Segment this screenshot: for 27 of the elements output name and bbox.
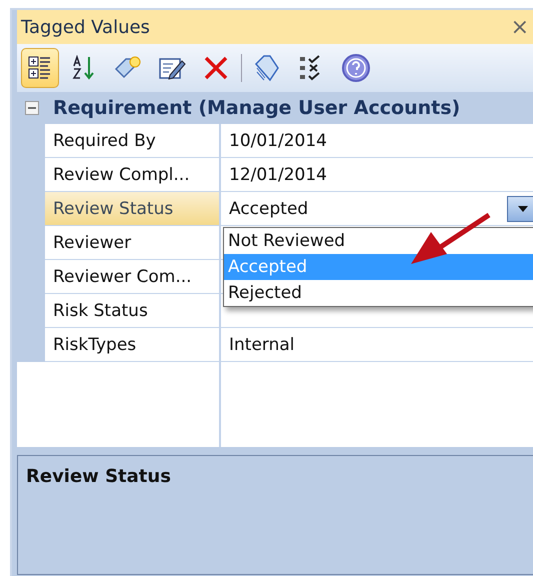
property-value[interactable]: Accepted bbox=[221, 192, 533, 225]
property-name[interactable]: RiskTypes bbox=[45, 328, 221, 361]
property-name[interactable]: Reviewer bbox=[45, 226, 221, 259]
caret-icon bbox=[517, 204, 529, 212]
help-icon bbox=[341, 53, 371, 83]
property-value[interactable]: Internal bbox=[221, 328, 533, 361]
property-value[interactable]: 12/01/2014 bbox=[221, 158, 533, 191]
dropdown-option[interactable]: Rejected bbox=[224, 280, 533, 306]
description-title: Review Status bbox=[26, 466, 171, 487]
dropdown-option[interactable]: Not Reviewed bbox=[224, 228, 533, 254]
dropdown-button[interactable] bbox=[507, 196, 533, 222]
property-name[interactable]: Required By bbox=[45, 124, 221, 157]
categorized-button[interactable] bbox=[21, 48, 59, 88]
property-name[interactable]: Review Compl... bbox=[45, 158, 221, 191]
property-value[interactable]: 10/01/2014 bbox=[221, 124, 533, 157]
window-title: Tagged Values bbox=[21, 16, 150, 38]
close-button[interactable]: × bbox=[506, 14, 533, 40]
collapse-button[interactable] bbox=[25, 101, 39, 115]
property-name[interactable]: Risk Status bbox=[45, 294, 221, 327]
property-name[interactable]: Review Status bbox=[45, 192, 221, 225]
property-name[interactable]: Reviewer Com... bbox=[45, 260, 221, 293]
sort-az-icon bbox=[72, 55, 96, 81]
tags-icon bbox=[254, 54, 280, 82]
delete-icon bbox=[203, 55, 229, 81]
group-title: Requirement (Manage User Accounts) bbox=[53, 97, 460, 119]
new-tag-icon bbox=[114, 55, 142, 81]
categorized-list-icon bbox=[28, 55, 52, 81]
